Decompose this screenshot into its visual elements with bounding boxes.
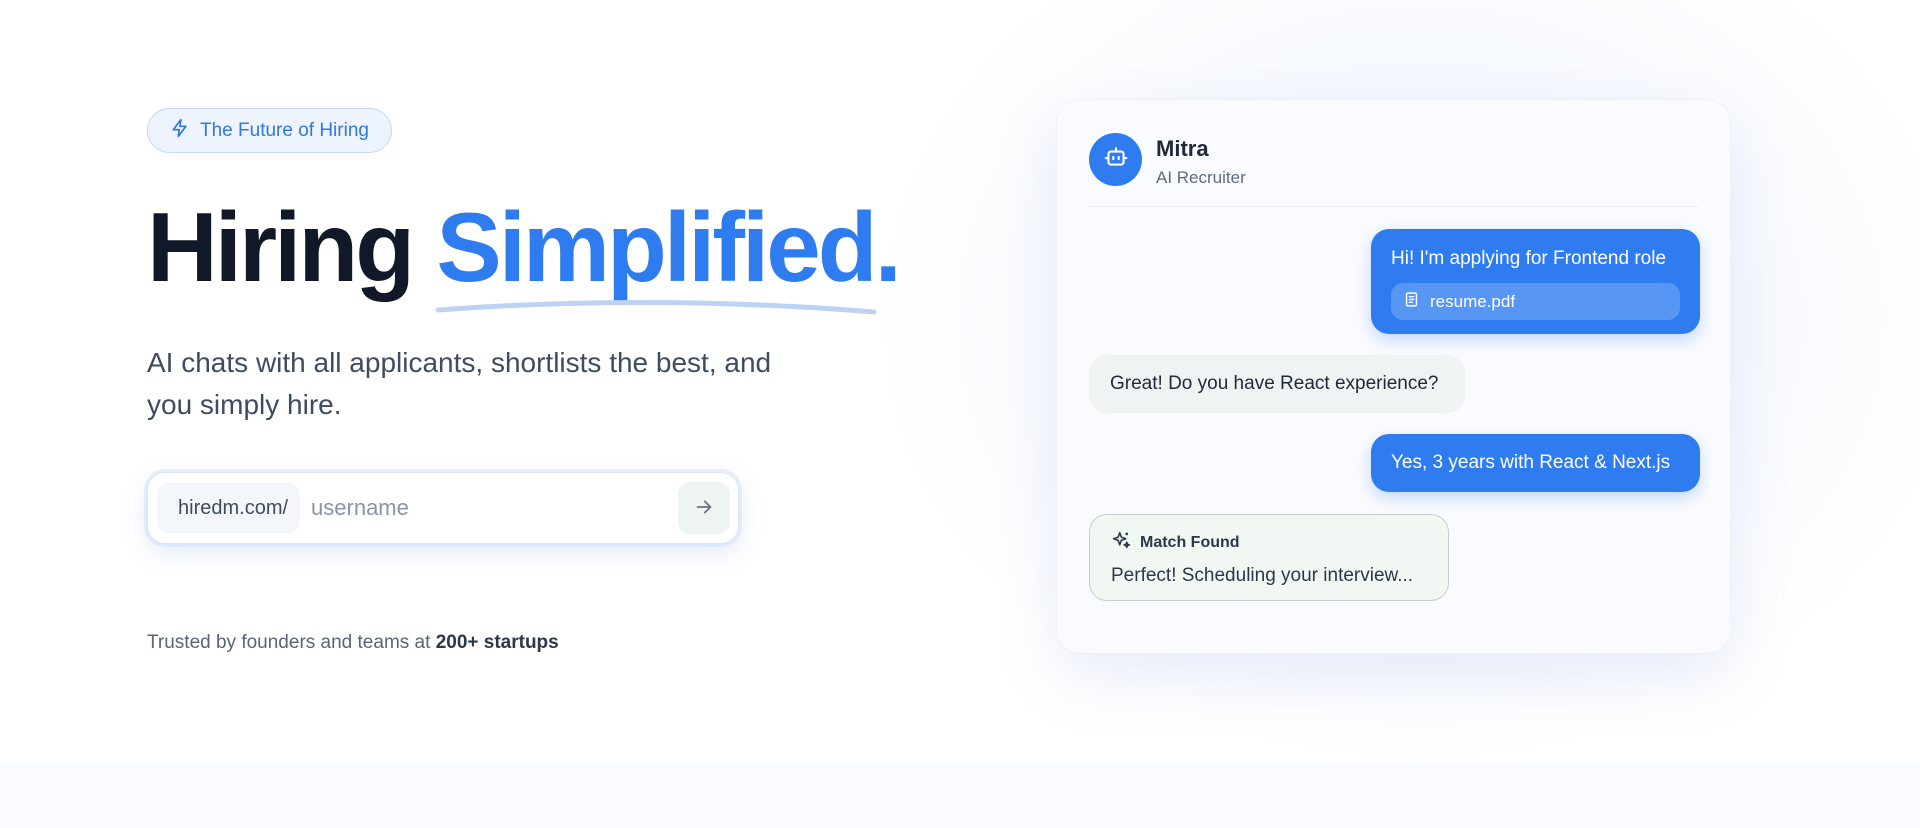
trust-line: Trusted by founders and teams at 200+ st… <box>147 632 907 654</box>
match-header: Match Found <box>1111 530 1427 556</box>
lightning-icon <box>170 118 190 144</box>
chat-header: Mitra AI Recruiter <box>1089 133 1698 207</box>
next-section-band <box>0 762 1920 828</box>
file-attachment[interactable]: resume.pdf <box>1391 283 1680 320</box>
hero-section: The Future of Hiring Hiring Simplified. … <box>147 108 907 654</box>
file-icon <box>1403 291 1420 313</box>
trust-text: Trusted by founders and teams at <box>147 632 431 653</box>
trust-highlight: 200+ startups <box>435 632 559 653</box>
message-text: Great! Do you have React experience? <box>1110 373 1439 394</box>
future-badge: The Future of Hiring <box>147 108 392 153</box>
submit-button[interactable] <box>678 482 730 534</box>
bot-role: AI Recruiter <box>1156 168 1246 187</box>
hero-subtitle: AI chats with all applicants, shortlists… <box>147 347 772 420</box>
username-signup-form: hiredm.com/ <box>147 472 739 544</box>
title-part-1: Hiring <box>147 192 415 302</box>
chat-message-user: Hi! I'm applying for Frontend role resum… <box>1371 229 1700 334</box>
avatar <box>1089 133 1142 186</box>
match-found-card: Match Found Perfect! Scheduling your int… <box>1089 514 1449 601</box>
message-text: Yes, 3 years with React & Next.js <box>1391 452 1671 473</box>
badge-label: The Future of Hiring <box>200 119 369 141</box>
title-underline <box>435 299 877 315</box>
bot-icon <box>1103 144 1129 175</box>
arrow-right-icon <box>693 496 715 521</box>
username-input[interactable] <box>300 483 678 533</box>
chat-message-bot: Great! Do you have React experience? <box>1089 355 1465 413</box>
title-highlight: Simplified. <box>436 192 902 302</box>
sparkles-icon <box>1111 530 1132 556</box>
chat-message-user: Yes, 3 years with React & Next.js <box>1371 434 1700 492</box>
chat-preview-card: Mitra AI Recruiter Hi! I'm applying for … <box>1056 99 1731 654</box>
page-title: Hiring Simplified. <box>147 198 907 315</box>
title-part-2: Simplified. <box>435 198 902 315</box>
attachment-name: resume.pdf <box>1430 291 1516 311</box>
match-title: Match Found <box>1140 534 1240 551</box>
url-prefix: hiredm.com/ <box>157 483 301 533</box>
bot-name: Mitra <box>1156 136 1209 161</box>
match-text: Perfect! Scheduling your interview... <box>1111 565 1414 586</box>
message-text: Hi! I'm applying for Frontend role <box>1391 248 1667 269</box>
bot-meta: Mitra AI Recruiter <box>1156 136 1246 188</box>
